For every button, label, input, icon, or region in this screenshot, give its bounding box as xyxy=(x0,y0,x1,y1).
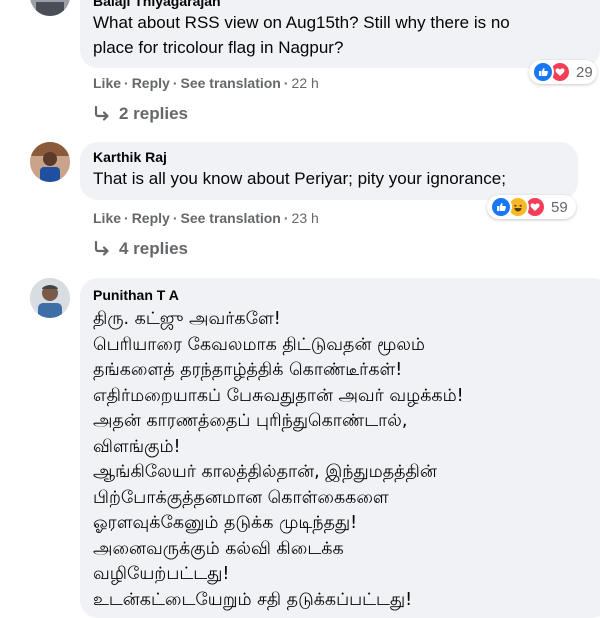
comment-text: திரு. கட்ஜு அவர்களே! பெரியாரை கேவலமாக தி… xyxy=(93,307,598,613)
comment-bubble-balaji: Balaji Thiyagarajan What about RSS view … xyxy=(80,0,600,68)
like-reaction-icon xyxy=(532,61,554,83)
comment-text-line: That is all you know about Periyar; pity… xyxy=(93,169,506,188)
view-replies-button[interactable]: 4 replies xyxy=(93,239,188,259)
reaction-summary[interactable]: 59 xyxy=(487,195,576,219)
comment-text-line: ஆங்கிலேயர் காலத்தில்தான், இந்துமதத்தின் xyxy=(93,462,437,482)
comment-text-line: தங்களைத் தரந்தாழ்த்திக் கொண்டீர்கள்! xyxy=(93,360,403,380)
comment-text-line: What about RSS view on Aug15th? Still wh… xyxy=(93,13,510,32)
comment-actions: Like · Reply · See translation · 22 h xyxy=(93,74,319,92)
comment-author[interactable]: Balaji Thiyagarajan xyxy=(93,0,588,10)
like-action[interactable]: Like xyxy=(93,210,121,226)
avatar-balaji[interactable] xyxy=(30,0,70,16)
like-reaction-icon xyxy=(490,196,512,218)
comment-timestamp[interactable]: 22 h xyxy=(292,75,319,91)
avatar-karthik[interactable] xyxy=(30,142,70,182)
reply-action[interactable]: Reply xyxy=(132,75,170,91)
comment-text-line: திரு. கட்ஜு அவர்களே! xyxy=(93,309,281,329)
comment-timestamp[interactable]: 23 h xyxy=(292,210,319,226)
reaction-count: 29 xyxy=(576,63,593,81)
comment-text: What about RSS view on Aug15th? Still wh… xyxy=(93,10,588,60)
comment-bubble-karthik: Karthik Raj That is all you know about P… xyxy=(80,142,578,200)
view-replies-button[interactable]: 2 replies xyxy=(93,104,188,124)
separator-dot: · xyxy=(283,210,289,226)
separator-dot: · xyxy=(283,75,289,91)
reply-action[interactable]: Reply xyxy=(132,210,170,226)
comment-author[interactable]: Punithan T A xyxy=(93,286,598,304)
replies-label: 4 replies xyxy=(119,239,188,258)
reaction-count: 59 xyxy=(551,198,568,216)
avatar-punithan[interactable] xyxy=(30,278,70,318)
separator-dot: · xyxy=(172,75,178,91)
separator-dot: · xyxy=(124,210,129,226)
avatar-photo-icon xyxy=(30,278,70,318)
separator-dot: · xyxy=(124,75,129,91)
see-translation-action[interactable]: See translation xyxy=(180,75,280,91)
comment-bubble-punithan: Punithan T A திரு. கட்ஜு அவர்களே! பெரியா… xyxy=(80,278,600,618)
reaction-summary[interactable]: 29 xyxy=(529,60,597,84)
avatar-photo-icon xyxy=(30,0,70,16)
comment-text-line: அனைவருக்கும் கல்வி கிடைக்க xyxy=(93,538,344,559)
comment-actions: Like · Reply · See translation · 23 h xyxy=(93,209,319,227)
comment-text-line: place for tricolour flag in Nagpur? xyxy=(93,38,344,57)
reply-arrow-icon xyxy=(94,241,109,256)
avatar-photo-icon xyxy=(30,142,70,182)
comment-text-line: அதன் காரணத்தைப் புரிந்துகொண்டால், xyxy=(93,411,408,431)
comment-text: That is all you know about Periyar; pity… xyxy=(93,166,566,191)
comment-text-line: வழியேற்பட்டது! xyxy=(93,564,230,584)
comment-text-line: ஓரளவுக்கேனும் தடுக்க முடிந்தது! xyxy=(93,513,358,533)
comment-text-line: பெரியாரை கேவலமாக திட்டுவதன் மூலம் xyxy=(93,334,425,355)
separator-dot: · xyxy=(172,210,178,226)
like-action[interactable]: Like xyxy=(93,75,121,91)
replies-label: 2 replies xyxy=(119,104,188,123)
see-translation-action[interactable]: See translation xyxy=(180,210,280,226)
reply-arrow-icon xyxy=(94,106,109,121)
comment-author[interactable]: Karthik Raj xyxy=(93,148,566,166)
comment-text-line: எதிர்மறையாகப் பேசுவதுதான் அவர் வழக்கம்! xyxy=(93,385,464,406)
comment-text-line: பிற்போக்குத்தனமான கொள்கைகளை xyxy=(93,487,389,508)
comment-text-line: விளங்கும்! xyxy=(93,436,181,457)
comment-text-line: உடன்கட்டையேறும் சதி தடுக்கப்பட்டது! xyxy=(93,589,413,610)
